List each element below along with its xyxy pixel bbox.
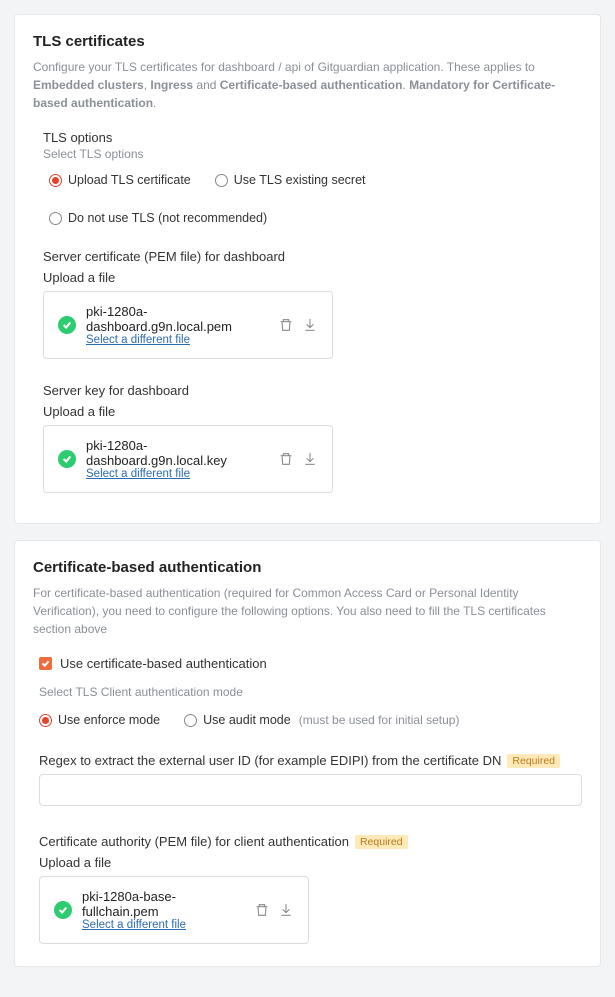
radio-label: Do not use TLS (not recommended)	[68, 211, 267, 225]
ca-field: Certificate authority (PEM file) for cli…	[33, 834, 582, 944]
file-info: pki-1280a-dashboard.g9n.local.key Select…	[86, 438, 268, 480]
radio-use-existing-secret[interactable]: Use TLS existing secret	[215, 173, 366, 187]
file-name: pki-1280a-dashboard.g9n.local.key	[86, 438, 268, 468]
upload-label: Upload a file	[43, 270, 582, 285]
radio-label: Use enforce mode	[58, 713, 160, 727]
trash-icon[interactable]	[254, 902, 270, 918]
cba-mode-radio-group: Use enforce mode Use audit mode (must be…	[33, 713, 582, 727]
server-key-label: Server key for dashboard	[43, 383, 582, 398]
radio-upload-tls-cert[interactable]: Upload TLS certificate	[49, 173, 191, 187]
file-name: pki-1280a-base-fullchain.pem	[82, 889, 244, 919]
radio-icon	[49, 212, 62, 225]
upload-label: Upload a file	[43, 404, 582, 419]
use-cba-checkbox[interactable]: Use certificate-based authentication	[33, 656, 582, 671]
ca-label-text: Certificate authority (PEM file) for cli…	[39, 834, 349, 849]
radio-icon	[49, 174, 62, 187]
success-check-icon	[58, 450, 76, 468]
radio-enforce-mode[interactable]: Use enforce mode	[39, 713, 160, 727]
radio-audit-mode[interactable]: Use audit mode (must be used for initial…	[184, 713, 459, 727]
radio-icon	[215, 174, 228, 187]
tls-options-title: TLS options	[43, 130, 582, 145]
download-icon[interactable]	[302, 317, 318, 333]
radio-icon	[184, 714, 197, 727]
tls-desc-bold2: Ingress	[150, 78, 193, 92]
radio-label: Use audit mode	[203, 713, 291, 727]
ca-upload-box: pki-1280a-base-fullchain.pem Select a di…	[39, 876, 309, 944]
select-different-file-link[interactable]: Select a different file	[82, 919, 244, 931]
cert-based-auth-section: Certificate-based authentication For cer…	[14, 540, 601, 967]
regex-label: Regex to extract the external user ID (f…	[39, 753, 582, 768]
success-check-icon	[54, 901, 72, 919]
checkbox-label: Use certificate-based authentication	[60, 656, 267, 671]
radio-label: Upload TLS certificate	[68, 173, 191, 187]
tls-desc-bold1: Embedded clusters	[33, 78, 144, 92]
radio-do-not-use-tls[interactable]: Do not use TLS (not recommended)	[49, 211, 267, 225]
ca-label: Certificate authority (PEM file) for cli…	[39, 834, 582, 849]
checkbox-icon	[39, 657, 52, 670]
tls-options-radio-group: Upload TLS certificate Use TLS existing …	[43, 173, 582, 225]
download-icon[interactable]	[302, 451, 318, 467]
regex-field: Regex to extract the external user ID (f…	[33, 753, 582, 834]
required-badge: Required	[507, 754, 560, 768]
tls-desc-text: Configure your TLS certificates for dash…	[33, 60, 535, 74]
tls-description: Configure your TLS certificates for dash…	[33, 58, 582, 112]
trash-icon[interactable]	[278, 317, 294, 333]
file-info: pki-1280a-base-fullchain.pem Select a di…	[82, 889, 244, 931]
radio-label: Use TLS existing secret	[234, 173, 366, 187]
radio-note: (must be used for initial setup)	[299, 713, 460, 727]
regex-input[interactable]	[39, 774, 582, 806]
server-cert-field: Server certificate (PEM file) for dashbo…	[43, 249, 582, 359]
cba-mode-hint: Select TLS Client authentication mode	[33, 685, 582, 699]
server-cert-upload-box: pki-1280a-dashboard.g9n.local.pem Select…	[43, 291, 333, 359]
select-different-file-link[interactable]: Select a different file	[86, 334, 268, 346]
server-key-field: Server key for dashboard Upload a file p…	[43, 383, 582, 493]
success-check-icon	[58, 316, 76, 334]
file-info: pki-1280a-dashboard.g9n.local.pem Select…	[86, 304, 268, 346]
upload-label: Upload a file	[39, 855, 582, 870]
tls-certificates-section: TLS certificates Configure your TLS cert…	[14, 14, 601, 524]
tls-options-hint: Select TLS options	[43, 147, 582, 161]
tls-options-subsection: TLS options Select TLS options Upload TL…	[33, 130, 582, 493]
server-cert-label: Server certificate (PEM file) for dashbo…	[43, 249, 582, 264]
radio-icon	[39, 714, 52, 727]
select-different-file-link[interactable]: Select a different file	[86, 468, 268, 480]
tls-title: TLS certificates	[33, 33, 582, 50]
file-name: pki-1280a-dashboard.g9n.local.pem	[86, 304, 268, 334]
trash-icon[interactable]	[278, 451, 294, 467]
cba-title: Certificate-based authentication	[33, 559, 582, 576]
tls-desc-bold3: Certificate-based authentication	[220, 78, 403, 92]
regex-label-text: Regex to extract the external user ID (f…	[39, 753, 501, 768]
cba-description: For certificate-based authentication (re…	[33, 584, 582, 638]
server-key-upload-box: pki-1280a-dashboard.g9n.local.key Select…	[43, 425, 333, 493]
download-icon[interactable]	[278, 902, 294, 918]
required-badge: Required	[355, 835, 408, 849]
